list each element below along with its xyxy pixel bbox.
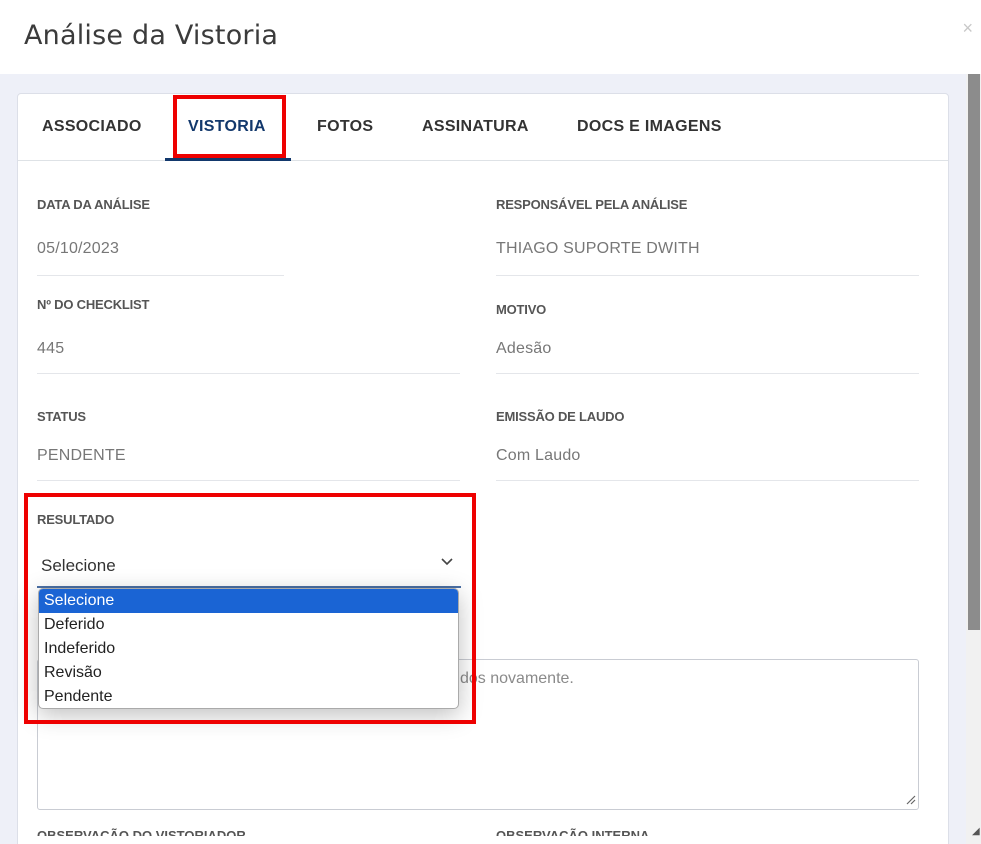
tab-docs-e-imagens[interactable]: DOCS E IMAGENS — [577, 118, 722, 136]
data-analise-value: 05/10/2023 — [37, 240, 120, 257]
vistoria-card: ASSOCIADO VISTORIA FOTOS ASSINATURA DOCS… — [17, 93, 949, 844]
motivo-label: MOTIVO — [496, 302, 547, 317]
observacao-vistoriador-label: OBSERVAÇÃO DO VISTORIADOR — [37, 828, 246, 836]
checklist-label: Nº DO CHECKLIST — [37, 297, 150, 312]
resultado-highlight-box — [24, 493, 476, 724]
tab-fotos[interactable]: FOTOS — [317, 118, 373, 136]
tab-associado[interactable]: ASSOCIADO — [42, 118, 142, 136]
observacao-interna-label: OBSERVAÇÃO INTERNA — [496, 828, 650, 836]
responsavel-value: THIAGO SUPORTE DWITH — [496, 240, 700, 257]
modal-header: Análise da Vistoria × — [0, 0, 981, 74]
textarea-placeholder-text: dos novamente. — [460, 670, 574, 687]
motivo-underline — [496, 373, 919, 374]
motivo-value: Adesão — [496, 340, 552, 357]
checklist-value: 445 — [37, 340, 65, 357]
laudo-value: Com Laudo — [496, 447, 581, 464]
data-analise-underline — [37, 275, 284, 276]
checklist-underline — [37, 373, 460, 374]
status-underline — [37, 480, 460, 481]
tab-bar: ASSOCIADO VISTORIA FOTOS ASSINATURA DOCS… — [18, 94, 948, 161]
close-icon[interactable]: × — [962, 18, 973, 39]
active-tab-indicator — [165, 158, 291, 161]
laudo-underline — [496, 480, 919, 481]
responsavel-label: RESPONSÁVEL PELA ANÁLISE — [496, 197, 688, 212]
scrollbar-thumb[interactable] — [968, 74, 980, 630]
status-label: STATUS — [37, 409, 86, 424]
data-analise-label: DATA DA ANÁLISE — [37, 197, 150, 212]
resize-handle-icon[interactable] — [904, 793, 916, 808]
status-value: PENDENTE — [37, 447, 126, 464]
tab-assinatura[interactable]: ASSINATURA — [422, 118, 529, 136]
tab-highlight-box — [173, 95, 286, 158]
scroll-corner-icon: ◢ — [972, 826, 980, 837]
laudo-label: EMISSÃO DE LAUDO — [496, 409, 625, 424]
modal-title: Análise da Vistoria — [24, 20, 279, 51]
responsavel-underline — [496, 275, 919, 276]
